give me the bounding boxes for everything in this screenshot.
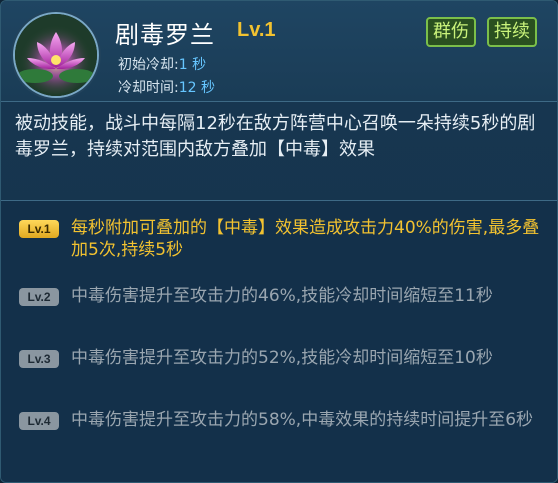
initial-cooldown-row: 初始冷却:1 秒 [118,54,206,74]
level-badge-1: Lv.1 [19,220,59,238]
header-divider [1,101,557,102]
skill-description: 被动技能，战斗中每隔12秒在敌方阵营中心召唤一朵持续5秒的剧毒罗兰，持续对范围内… [15,113,536,160]
level-badge-2: Lv.2 [19,288,59,306]
purple-lotus-icon [13,12,99,98]
level-badge-4: Lv.4 [19,412,59,430]
level-text-3: 中毒伤害提升至攻击力的52%,技能冷却时间缩短至10秒 [71,348,493,368]
initial-cooldown-label: 初始冷却: [118,57,179,73]
cooldown-value: 12 秒 [178,80,215,96]
tag-aoe: 群伤 [426,17,476,47]
initial-cooldown-value: 1 秒 [178,57,207,73]
level-text-4: 中毒伤害提升至攻击力的58%,中毒效果的持续时间提升至6秒 [71,410,534,430]
cooldown-label: 冷却时间: [118,80,179,96]
cooldown-row: 冷却时间:12 秒 [118,77,215,97]
skill-level: Lv.1 [237,19,276,41]
skill-header: 剧毒罗兰 Lv.1 群伤 持续 初始冷却:1 秒 冷却时间:12 秒 [1,1,557,101]
skill-name: 剧毒罗兰 [115,21,215,49]
level-badge-3: Lv.3 [19,350,59,368]
level-text-1: 每秒附加可叠加的【中毒】效果造成攻击力40%的伤害,最多叠加5次,持续5秒 [71,218,540,260]
tag-duration: 持续 [487,17,537,47]
skill-tooltip-panel: 剧毒罗兰 Lv.1 群伤 持续 初始冷却:1 秒 冷却时间:12 秒 被动技能，… [0,0,558,483]
level-text-2: 中毒伤害提升至攻击力的46%,技能冷却时间缩短至11秒 [71,286,493,306]
